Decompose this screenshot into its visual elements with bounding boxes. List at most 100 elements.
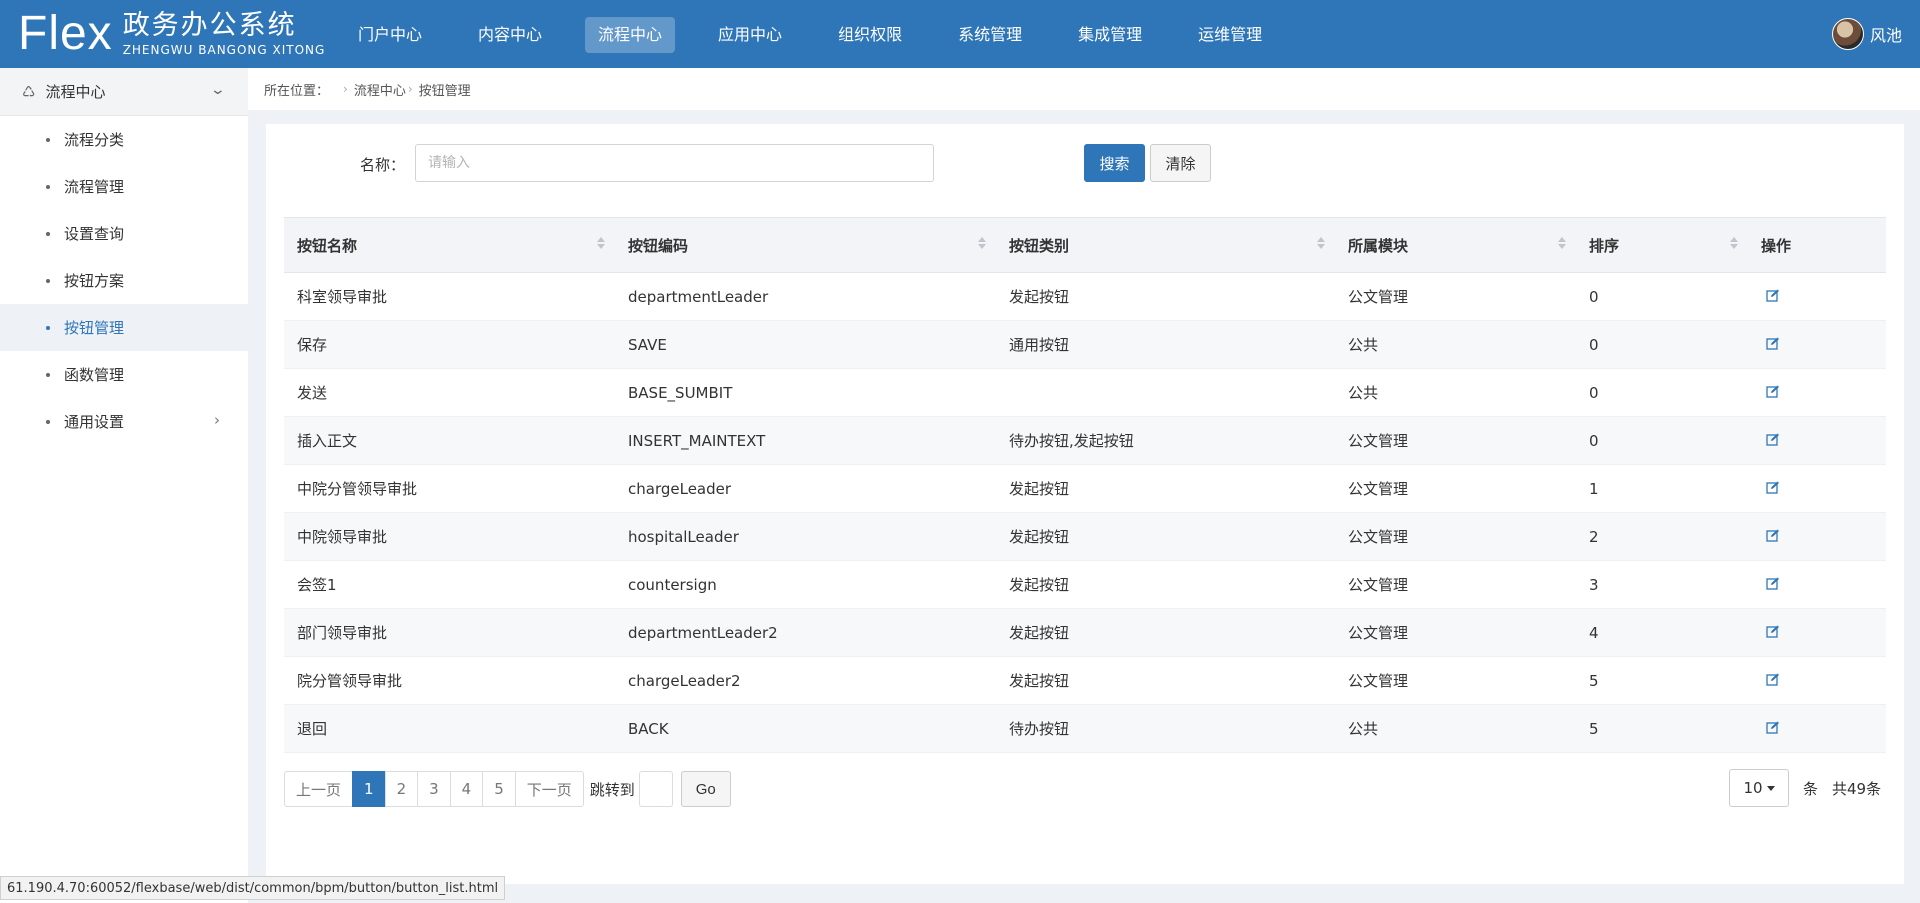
table-cell: 1 (1589, 479, 1599, 498)
bullet-dot (46, 419, 50, 424)
page-button-3[interactable]: 3 (417, 771, 451, 807)
search-name-label: 名称： (360, 156, 406, 174)
sort-icon[interactable] (1558, 237, 1566, 249)
sidebar-section-header[interactable]: ♺ 流程中心 ⌄ (0, 68, 248, 116)
table-cell: departmentLeader2 (628, 623, 778, 642)
page-button-4[interactable]: 4 (449, 771, 484, 807)
table-cell-actions (1748, 384, 1886, 402)
jump-to-label: 跳转到 (589, 780, 635, 799)
sidebar-item-label: 按钮方案 (64, 272, 125, 290)
breadcrumb-item-process-center[interactable]: 流程中心 (354, 80, 406, 99)
column-header[interactable]: 排序 (1576, 218, 1748, 272)
sidebar-item-process-category[interactable]: 流程分类 (0, 116, 248, 163)
sidebar-item-label: 流程分类 (64, 131, 125, 149)
nav-tab-portal-center[interactable]: 门户中心 (345, 17, 435, 53)
jump-page-input[interactable] (638, 771, 673, 807)
chevron-right-icon[interactable]: › (214, 411, 220, 429)
nav-tab-ops-management[interactable]: 运维管理 (1185, 17, 1275, 53)
user-name[interactable]: 风池 (1870, 22, 1902, 46)
table-body: 科室领导审批 departmentLeader 发起按钮 公文管理 0 保存 SAVE 通用按… (284, 273, 1886, 753)
table-cell: 通用按钮 (1009, 336, 1070, 354)
sidebar-item-settings-query[interactable]: 设置查询 (0, 210, 248, 257)
edit-icon[interactable] (1766, 433, 1780, 446)
column-header[interactable]: 按钮编码 (615, 218, 996, 272)
table-cell-actions (1748, 672, 1886, 690)
breadcrumb-prefix: 所在位置： (264, 83, 330, 99)
column-header[interactable]: 按钮名称 (284, 218, 615, 272)
page-size-select[interactable]: 10 (1729, 769, 1789, 807)
table-cell: 公共 (1348, 336, 1379, 354)
table-row: 发送 BASE_SUMBIT 公共 0 (284, 369, 1886, 417)
nav-tab-process-center[interactable]: 流程中心 (585, 17, 676, 53)
prev-page-button[interactable]: 上一页 (284, 771, 354, 807)
table-cell: 2 (1589, 527, 1599, 546)
clear-button[interactable]: 清除 (1150, 144, 1211, 182)
edit-icon[interactable] (1766, 337, 1780, 350)
table-cell: 发起按钮 (1009, 288, 1070, 306)
table-cell: 公文管理 (1348, 432, 1409, 450)
sidebar-item-label: 设置查询 (64, 225, 125, 243)
table-row: 退回 BACK 待办按钮 公共 5 (284, 705, 1886, 753)
edit-icon[interactable] (1766, 673, 1780, 686)
main-panel: 名称： 搜索 清除 按钮名称 按钮编码 按钮类别 所属模块 排序 操作 科室领导审批 dep… (266, 124, 1904, 884)
table-cell: 3 (1589, 575, 1599, 594)
table-cell: 发起按钮 (1009, 576, 1070, 594)
sidebar-item-button-scheme[interactable]: 按钮方案 (0, 257, 248, 304)
table-cell: 0 (1589, 431, 1599, 450)
column-header[interactable]: 所属模块 (1335, 218, 1576, 272)
user-menu[interactable]: 风池 (1831, 18, 1902, 50)
nav-tab-org-permission[interactable]: 组织权限 (825, 17, 915, 53)
table-cell: 院分管领导审批 (297, 672, 403, 690)
edit-icon[interactable] (1766, 625, 1780, 638)
table-cell: 公文管理 (1348, 672, 1409, 690)
table-row: 会签1 countersign 发起按钮 公文管理 3 (284, 561, 1886, 609)
sort-icon[interactable] (597, 237, 605, 249)
edit-icon[interactable] (1766, 721, 1780, 734)
go-button[interactable]: Go (680, 771, 731, 807)
sort-icon[interactable] (978, 237, 986, 249)
sidebar-item-label: 流程管理 (64, 178, 125, 196)
sidebar-item-general-settings[interactable]: 通用设置 › (0, 398, 248, 445)
table-cell: 待办按钮,发起按钮 (1009, 432, 1134, 450)
table-row: 部门领导审批 departmentLeader2 发起按钮 公文管理 4 (284, 609, 1886, 657)
sidebar: ♺ 流程中心 ⌄ 流程分类流程管理设置查询按钮方案按钮管理函数管理通用设置 › (0, 68, 248, 903)
search-name-input[interactable] (415, 144, 934, 182)
main-nav: 门户中心 内容中心 流程中心 应用中心 组织权限 系统管理 集成管理 运维管理 (345, 17, 1305, 53)
status-url-bar: 61.190.4.70:60052/flexbase/web/dist/comm… (0, 876, 506, 900)
search-button[interactable]: 搜索 (1084, 144, 1145, 182)
user-avatar[interactable] (1831, 18, 1864, 50)
sort-icon[interactable] (1730, 237, 1738, 249)
page-button-1[interactable]: 1 (352, 771, 386, 807)
page-button-2[interactable]: 2 (384, 771, 419, 807)
edit-icon[interactable] (1766, 577, 1780, 590)
table-row: 保存 SAVE 通用按钮 公共 0 (284, 321, 1886, 369)
nav-tab-integration-management[interactable]: 集成管理 (1065, 17, 1155, 53)
table-cell-actions (1748, 432, 1886, 450)
sidebar-item-button-management[interactable]: 按钮管理 (0, 304, 248, 351)
top-navbar: Flex 政务办公系统 ZHENGWU BANGONG XITONG 门户中心内… (0, 0, 1920, 68)
nav-tab-system-management[interactable]: 系统管理 (945, 17, 1035, 53)
chevron-down-icon[interactable]: ⌄ (210, 82, 226, 98)
nav-tab-app-center[interactable]: 应用中心 (705, 17, 795, 53)
nav-tab-content-center[interactable]: 内容中心 (465, 17, 555, 53)
bullet-dot (46, 137, 50, 142)
edit-icon[interactable] (1766, 289, 1780, 302)
sort-icon[interactable] (1317, 237, 1325, 249)
app-logo[interactable]: Flex 政务办公系统 ZHENGWU BANGONG XITONG (18, 8, 325, 60)
edit-icon[interactable] (1766, 481, 1780, 494)
sidebar-item-process-management[interactable]: 流程管理 (0, 163, 248, 210)
edit-icon[interactable] (1766, 385, 1780, 398)
table-header: 按钮名称 按钮编码 按钮类别 所属模块 排序 操作 (284, 218, 1886, 273)
table-row: 院分管领导审批 chargeLeader2 发起按钮 公文管理 5 (284, 657, 1886, 705)
column-header[interactable]: 按钮类别 (996, 218, 1335, 272)
sidebar-item-function-management[interactable]: 函数管理 (0, 351, 248, 398)
pagination: 上一页 1 2 3 4 5 下一页 跳转到 Go (284, 771, 731, 807)
edit-icon[interactable] (1766, 529, 1780, 542)
next-page-button[interactable]: 下一页 (514, 771, 584, 807)
table-cell: 公文管理 (1348, 288, 1409, 306)
sidebar-item-label: 函数管理 (64, 366, 125, 384)
page-size-unit: 条 (1803, 779, 1819, 798)
table-cell: 发起按钮 (1009, 480, 1070, 498)
page-button-5[interactable]: 5 (482, 771, 516, 807)
page-size-area: 10 条 共49条 (1729, 769, 1881, 807)
